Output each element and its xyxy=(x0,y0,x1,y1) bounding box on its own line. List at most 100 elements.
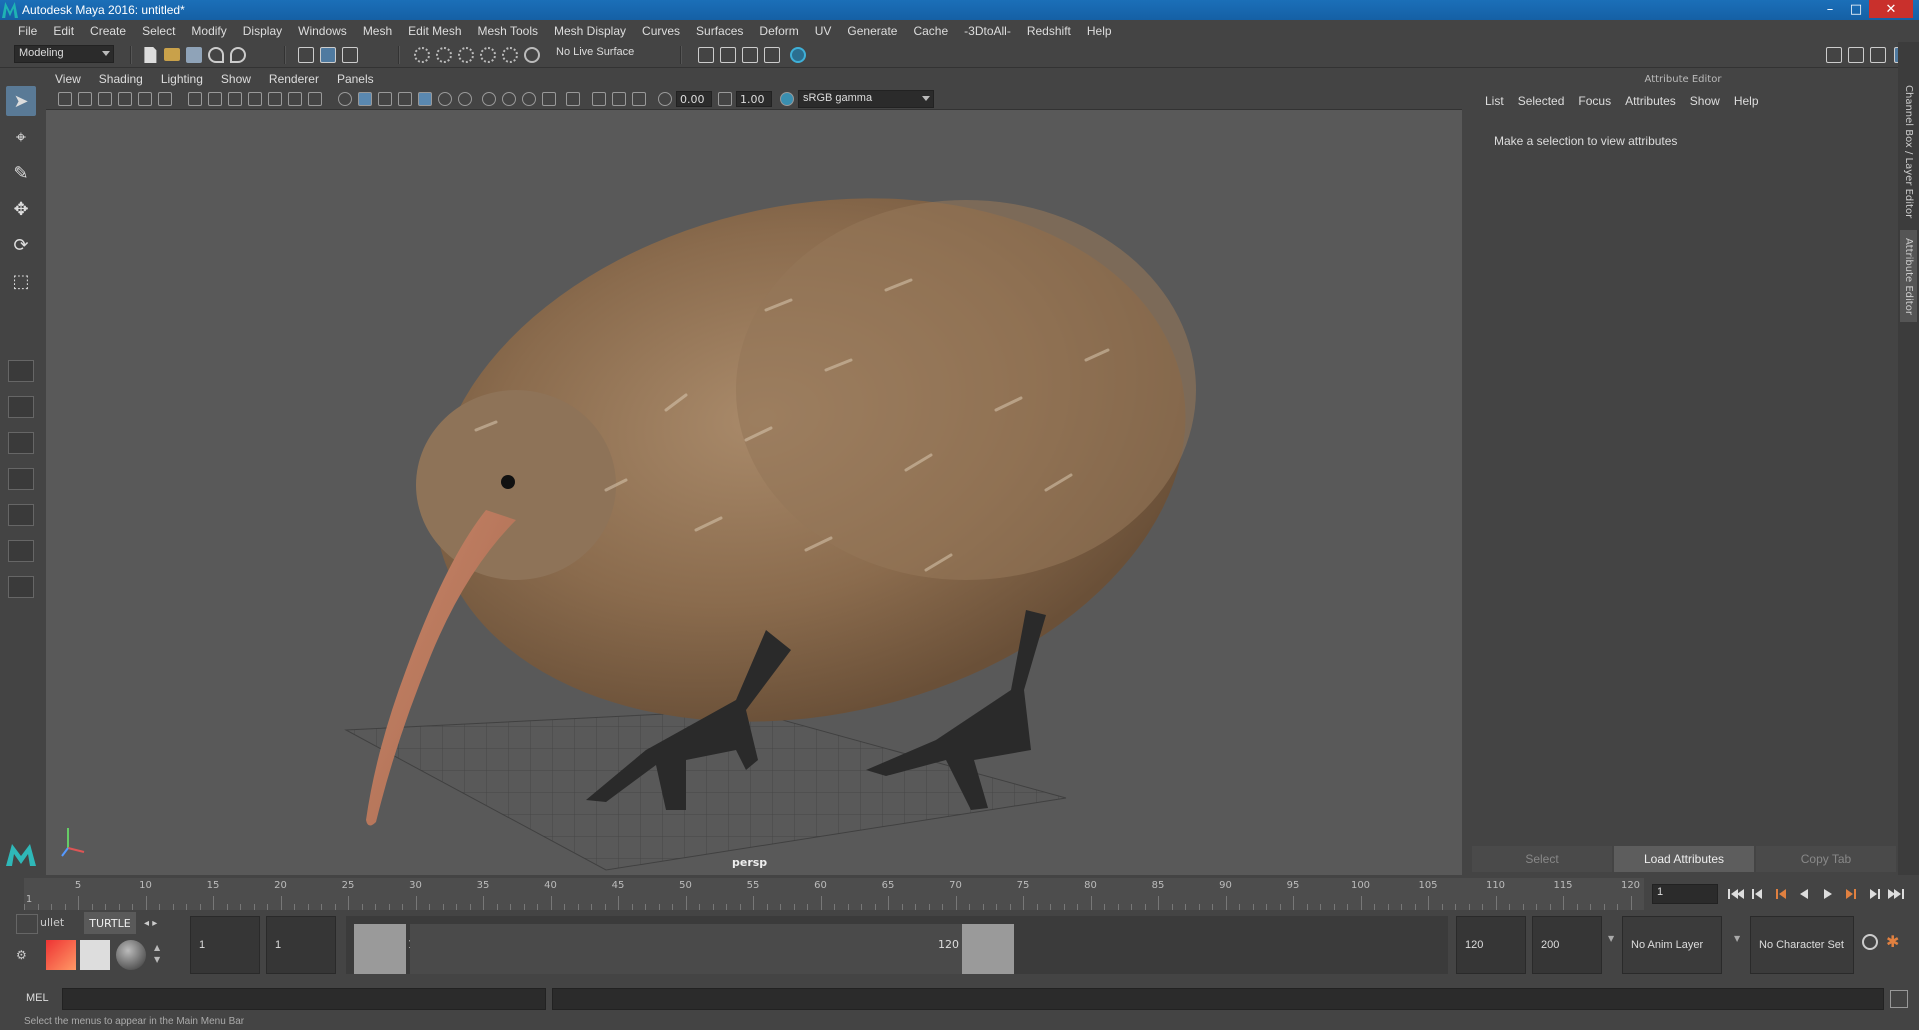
range-start-handle[interactable] xyxy=(354,924,406,974)
menu-redshift[interactable]: Redshift xyxy=(1019,24,1079,38)
close-button[interactable]: ✕ xyxy=(1869,0,1913,18)
ipr-render-icon[interactable] xyxy=(764,47,780,63)
safe-title-icon[interactable] xyxy=(308,92,322,106)
shelf-tab-bullet[interactable]: ullet xyxy=(40,916,64,929)
attribute-editor-tab[interactable]: Attribute Editor xyxy=(1900,230,1917,322)
maximize-button[interactable]: □ xyxy=(1843,0,1869,18)
snap-view-plane-icon[interactable] xyxy=(480,47,496,63)
image-plane-icon[interactable] xyxy=(118,92,132,106)
anim-preferences-icon[interactable] xyxy=(1862,934,1878,950)
shelf-tab-turtle[interactable]: TURTLE xyxy=(84,912,136,934)
menu-modify[interactable]: Modify xyxy=(183,24,234,38)
shelf-fire-icon[interactable] xyxy=(46,940,76,970)
command-input[interactable] xyxy=(62,988,546,1010)
workspace-icon[interactable] xyxy=(1826,47,1842,63)
save-scene-icon[interactable] xyxy=(186,47,202,63)
use-all-lights-icon[interactable] xyxy=(418,92,432,106)
grid-icon[interactable] xyxy=(188,92,202,106)
hypershade-layout-icon[interactable] xyxy=(8,540,34,562)
gamma-icon[interactable] xyxy=(718,92,732,106)
live-surface-field[interactable]: No Live Surface xyxy=(552,45,652,63)
chevron-down-icon[interactable]: ▼ xyxy=(1734,934,1740,943)
time-slider-track[interactable]: 1 5 10 15 20 25 30 35 40 45 50 55 60 65 70 75 80 85 90 95 1… xyxy=(24,878,1644,910)
four-view-layout-icon[interactable] xyxy=(8,396,34,418)
channel-box-tab[interactable]: Channel Box / Layer Editor xyxy=(1900,82,1917,222)
resolution-gate-icon[interactable] xyxy=(228,92,242,106)
film-gate-icon[interactable] xyxy=(208,92,222,106)
menu-generate[interactable]: Generate xyxy=(839,24,905,38)
magnet-icon[interactable] xyxy=(524,47,540,63)
minimize-button[interactable]: – xyxy=(1817,0,1843,18)
ae-load-attributes-button[interactable]: Load Attributes xyxy=(1614,846,1754,872)
menu-display[interactable]: Display xyxy=(235,24,290,38)
viewport-menu-show[interactable]: Show xyxy=(212,72,260,86)
script-editor-icon[interactable] xyxy=(1890,990,1908,1008)
camera-attributes-icon[interactable] xyxy=(78,92,92,106)
shelf-scroll-arrows-icon[interactable]: ◂ ▸ xyxy=(144,918,157,929)
bookmark-icon[interactable] xyxy=(98,92,112,106)
snap-grid-icon[interactable] xyxy=(414,47,430,63)
playback-buttons-icon[interactable] xyxy=(1726,886,1906,902)
anti-aliasing-icon[interactable] xyxy=(592,92,606,106)
scale-tool-icon[interactable]: ⬚ xyxy=(6,266,36,296)
viewport-menu-renderer[interactable]: Renderer xyxy=(260,72,328,86)
ae-select-button[interactable]: Select xyxy=(1472,846,1612,872)
snap-curve-icon[interactable] xyxy=(436,47,452,63)
ambient-occlusion-icon[interactable] xyxy=(458,92,472,106)
menu-deform[interactable]: Deform xyxy=(751,24,806,38)
menu-help[interactable]: Help xyxy=(1079,24,1120,38)
menu-create[interactable]: Create xyxy=(82,24,134,38)
smooth-shade-icon[interactable] xyxy=(358,92,372,106)
menu-mesh[interactable]: Mesh xyxy=(355,24,400,38)
move-tool-icon[interactable]: ✥ xyxy=(6,194,36,224)
menu-file[interactable]: File xyxy=(10,24,45,38)
shelf-scroll-icon[interactable]: ▲ ▼ xyxy=(154,942,160,966)
menu-cache[interactable]: Cache xyxy=(905,24,956,38)
viewport-menu-shading[interactable]: Shading xyxy=(90,72,152,86)
motion-blur-icon[interactable] xyxy=(566,92,580,106)
select-object-icon[interactable] xyxy=(320,47,336,63)
auto-key-icon[interactable]: ✱ xyxy=(1886,932,1906,952)
render-view-icon[interactable] xyxy=(720,47,736,63)
snap-live-icon[interactable] xyxy=(502,47,518,63)
camera-icon[interactable] xyxy=(58,92,72,106)
menu-edit[interactable]: Edit xyxy=(45,24,82,38)
menu-3dtoall[interactable]: -3DtoAll- xyxy=(956,24,1019,38)
menu-set-dropdown[interactable]: Modeling xyxy=(14,45,114,63)
ae-menu-help[interactable]: Help xyxy=(1727,94,1766,108)
select-hierarchy-icon[interactable] xyxy=(298,47,314,63)
exposure-icon[interactable] xyxy=(658,92,672,106)
view-transform-dropdown[interactable]: sRGB gamma xyxy=(798,90,934,108)
start-time-field[interactable]: 1 xyxy=(190,916,260,974)
menu-surfaces[interactable]: Surfaces xyxy=(688,24,751,38)
shelf-menu-icon[interactable] xyxy=(16,914,38,934)
rotate-tool-icon[interactable]: ⟳ xyxy=(6,230,36,260)
outliner-toggle-icon[interactable] xyxy=(1848,47,1864,63)
textured-icon[interactable] xyxy=(398,92,412,106)
shelf-gear-icon[interactable]: ⚙ xyxy=(16,948,38,970)
grease-pencil-icon[interactable] xyxy=(158,92,172,106)
current-frame-field[interactable]: 1 xyxy=(1652,884,1718,904)
hypershade-icon[interactable] xyxy=(790,47,806,63)
ae-menu-selected[interactable]: Selected xyxy=(1511,94,1572,108)
render-current-frame-icon[interactable] xyxy=(742,47,758,63)
depth-of-field-icon[interactable] xyxy=(612,92,626,106)
persp-outliner-layout-icon[interactable] xyxy=(8,432,34,454)
snap-point-icon[interactable] xyxy=(458,47,474,63)
menu-edit-mesh[interactable]: Edit Mesh xyxy=(400,24,469,38)
select-tool-icon[interactable]: ➤ xyxy=(6,86,36,116)
new-scene-icon[interactable] xyxy=(144,47,157,63)
2d-pan-zoom-icon[interactable] xyxy=(138,92,152,106)
lasso-tool-icon[interactable]: ⌖ xyxy=(6,122,36,152)
xray-components-icon[interactable] xyxy=(542,92,556,106)
single-perspective-layout-icon[interactable] xyxy=(8,360,34,382)
open-scene-icon[interactable] xyxy=(164,48,180,61)
viewport-menu-view[interactable]: View xyxy=(46,72,90,86)
exposure-field[interactable]: 0.00 xyxy=(676,91,712,107)
menu-select[interactable]: Select xyxy=(134,24,183,38)
shelf-sphere-icon[interactable] xyxy=(116,940,146,970)
ae-copy-tab-button[interactable]: Copy Tab xyxy=(1756,846,1896,872)
chevron-down-icon[interactable]: ▼ xyxy=(1608,934,1614,943)
anim-layer-dropdown[interactable]: No Anim Layer xyxy=(1622,916,1722,974)
wireframe-on-shaded-icon[interactable] xyxy=(378,92,392,106)
